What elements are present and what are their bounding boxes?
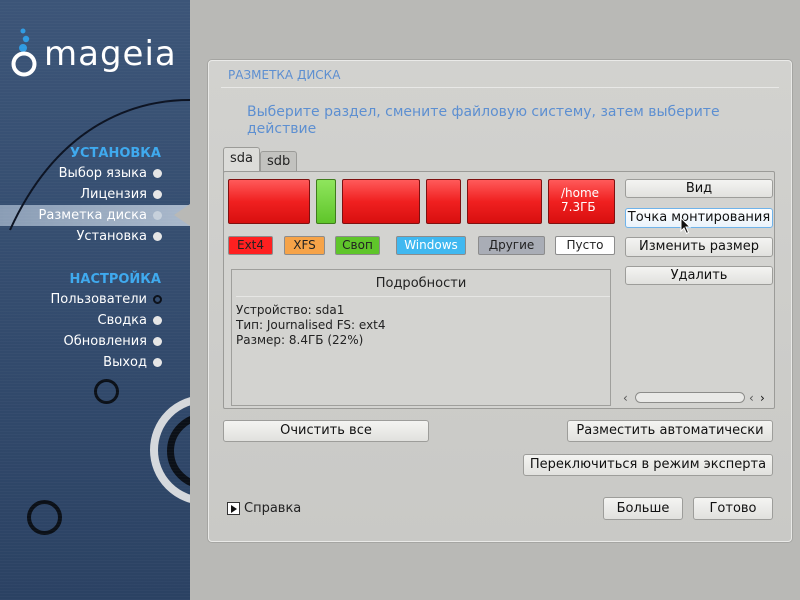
partition-block[interactable]: [426, 179, 461, 224]
more-button[interactable]: Больше: [603, 497, 683, 520]
legend-empty: Пусто: [555, 236, 615, 255]
scroll-right-icon[interactable]: ›: [760, 390, 765, 406]
partitioning-panel: РАЗМЕТКА ДИСКА Выберите раздел, смените …: [208, 60, 792, 542]
done-button[interactable]: Готово: [693, 497, 773, 520]
partition-sda1[interactable]: [228, 179, 310, 224]
partition-block[interactable]: [467, 179, 542, 224]
title-divider: [221, 87, 779, 88]
active-step-arrow: [174, 204, 190, 226]
legend-ext4: Ext4: [228, 236, 273, 255]
delete-button[interactable]: Удалить: [625, 266, 773, 285]
details-divider: [236, 296, 610, 297]
button-list-scrollbar[interactable]: ‹ ‹ ›: [621, 390, 771, 406]
legend-swap: Своп: [335, 236, 380, 255]
details-device: Устройство: sda1: [236, 303, 345, 317]
help-label: Справка: [244, 501, 302, 516]
instruction-text: Выберите раздел, смените файловую систем…: [247, 104, 720, 137]
mount-point-button[interactable]: Точка монтирования: [625, 208, 773, 228]
decor-swoosh: [9, 99, 190, 231]
scroll-left-icon[interactable]: ‹: [623, 390, 628, 406]
partition-home[interactable]: /home 7.3ГБ: [548, 179, 615, 224]
partition-mount-label: /home: [561, 186, 600, 200]
expert-mode-button[interactable]: Переключиться в режим эксперта: [523, 454, 773, 476]
partition-size-label: 7.3ГБ: [561, 200, 596, 214]
installer-sidebar: mageia УСТАНОВКА Выбор языка Лицензия Ра…: [0, 0, 190, 600]
partition-block[interactable]: [342, 179, 420, 224]
mouse-cursor-icon: [680, 217, 692, 235]
clear-all-button[interactable]: Очистить все: [223, 420, 429, 442]
details-size: Размер: 8.4ГБ (22%): [236, 333, 364, 347]
legend-other: Другие: [478, 236, 545, 255]
tab-sdb[interactable]: sdb: [260, 151, 298, 171]
details-header: Подробности: [375, 276, 467, 291]
auto-allocate-button[interactable]: Разместить автоматически: [567, 420, 773, 442]
partition-details: Подробности Устройство: sda1 Тип: Journa…: [231, 269, 611, 406]
tab-sda[interactable]: sda: [223, 147, 260, 173]
scrollbar-thumb[interactable]: [635, 392, 745, 403]
view-button[interactable]: Вид: [625, 179, 773, 198]
page-title: РАЗМЕТКА ДИСКА: [228, 68, 341, 82]
scroll-left-icon[interactable]: ‹: [749, 390, 754, 406]
legend-xfs: XFS: [284, 236, 325, 255]
legend-windows: Windows: [396, 236, 466, 255]
partition-swap[interactable]: [316, 179, 336, 224]
expand-arrow-icon: [227, 502, 240, 515]
resize-button[interactable]: Изменить размер: [625, 237, 773, 257]
help-expander[interactable]: Справка: [227, 501, 301, 517]
details-type: Тип: Journalised FS: ext4: [236, 318, 386, 332]
